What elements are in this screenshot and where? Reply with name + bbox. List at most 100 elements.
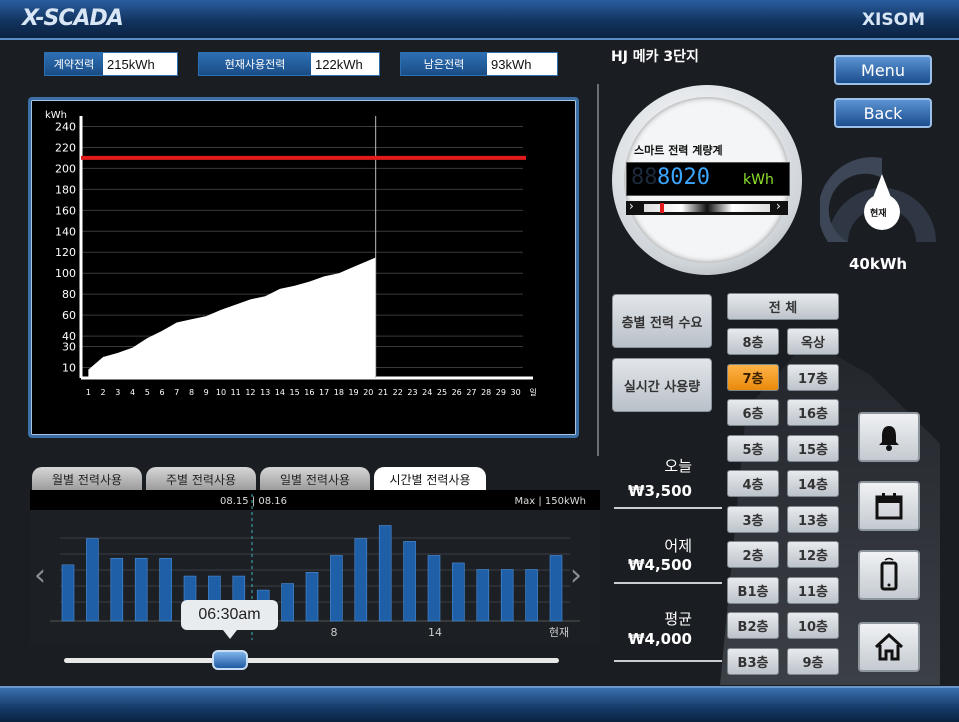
bottom-bar [0,686,959,722]
stat-label-today: 오늘 [664,457,692,475]
next-arrow-icon[interactable]: › [570,558,582,593]
back-button[interactable]: Back [834,98,932,128]
floor-all-button[interactable]: 전 체 [727,293,839,320]
floor-button[interactable]: B1층 [727,576,779,604]
y-tick-label: 10 [62,362,76,375]
floor-button[interactable]: 14층 [787,470,839,497]
x-tick-label: 30 [511,388,521,397]
x-tick-label: 17 [319,388,329,397]
floor-button[interactable]: 6층 [727,399,779,426]
floor-button[interactable]: 4층 [727,470,779,497]
hourly-bar [452,562,465,622]
divider [614,582,722,584]
floor-button[interactable]: 옥상 [787,328,839,355]
current-power-box: 현재사용전력 122kWh [198,52,380,76]
floor-button[interactable]: 15층 [787,434,839,462]
summary-value: 122kWh [315,56,363,72]
floor-button[interactable]: 3층 [727,505,779,533]
summary-label: 현재사용전력 [199,53,311,75]
hourly-bar [427,555,441,622]
y-tick-label: 180 [55,183,76,196]
x-tick-label: 21 [378,388,388,397]
hourly-bar [134,557,148,622]
mobile-button[interactable] [858,550,920,600]
x-tick-label: 현재 [549,626,569,639]
y-axis-unit: kWh [45,110,67,121]
contract-power-box: 계약전력 215kWh [44,52,178,76]
floor-button[interactable]: 13층 [787,505,839,533]
floor-button[interactable]: 16층 [787,399,839,426]
x-tick-label: 11 [231,388,241,397]
y-tick-label: 160 [55,204,76,217]
x-tick-label: 23 [407,388,417,397]
realtime-usage-button[interactable]: 실시간 사용량 [612,358,712,412]
x-tick-label: 14 [275,388,285,397]
x-tick-label: 3 [115,388,120,397]
hourly-bar [500,569,514,622]
time-tooltip: 06:30am [181,600,278,639]
smart-meter: 스마트 전력 계량계 88 8020 kWh › › [612,85,802,275]
hourly-bar [354,538,368,622]
floor-button[interactable]: 7층 [727,363,779,391]
time-slider-handle[interactable] [212,650,248,670]
floor-button[interactable]: 11층 [787,576,839,604]
hourly-bar [403,541,416,622]
x-tick-label: 5 [145,388,150,397]
summary-value: 93kWh [491,56,532,72]
remaining-power-box: 남은전력 93kWh [400,52,558,76]
tab-hourly[interactable]: 시간별 전력사용 [374,467,486,491]
home-button[interactable] [858,622,920,672]
x-tick-label: 12 [245,388,255,397]
stat-label-yesterday: 어제 [664,537,692,555]
divider [597,84,599,456]
x-tick-label: 20 [363,388,373,397]
alarm-button[interactable] [858,412,920,462]
current-gauge: 현재 [818,150,944,250]
meter-unit: kWh [743,172,774,188]
summary-label: 계약전력 [45,53,103,75]
home-icon [874,632,904,661]
prev-arrow-icon[interactable]: ‹ [34,558,46,593]
hourly-bar [378,525,392,622]
usage-area [88,257,376,378]
bell-icon [879,426,899,451]
y-tick-label: 220 [55,141,76,154]
floor-demand-button[interactable]: 층별 전력 수요 [612,294,712,348]
x-tick-label: 13 [260,388,270,397]
x-tick-label: 16 [304,388,314,397]
floor-button[interactable]: 8층 [727,328,779,355]
company-logo: XISOM [861,10,925,30]
floor-button[interactable]: B2층 [727,612,779,639]
calendar-button[interactable] [858,481,920,531]
tab-weekly[interactable]: 주별 전력사용 [146,467,256,491]
meter-reading: 8020 [657,165,710,190]
x-tick-label: 1 [86,388,91,397]
hourly-bar [549,555,563,622]
date-range-label: 08.15 | 08.16 [220,496,287,507]
time-slider-track[interactable] [64,658,559,663]
stat-label-average: 평균 [664,610,692,628]
floor-button[interactable]: 5층 [727,434,779,462]
x-tick-label: 24 [422,388,432,397]
x-tick-label: 28 [481,388,491,397]
floor-button[interactable]: 10층 [787,612,839,639]
hourly-bar [330,555,343,622]
daily-usage-chart-panel: kWh 10 30 40 60 80 100 120 140 160 180 200 220 240 1 2 3… [28,97,579,438]
meter-title: 스마트 전력 계량계 [634,144,723,157]
floor-button[interactable]: 2층 [727,541,779,568]
y-tick-label: 80 [62,288,76,301]
menu-button[interactable]: Menu [834,55,932,85]
x-tick-label: 9 [204,388,209,397]
tab-monthly[interactable]: 월별 전력사용 [32,467,142,491]
divider [614,507,722,509]
floor-button[interactable]: 12층 [787,541,839,568]
floor-button[interactable]: B3층 [727,647,779,675]
y-tick-label: 40 [62,330,76,343]
x-tick-label: 8 [189,388,194,397]
tab-daily[interactable]: 일별 전력사용 [260,467,370,491]
x-tick-label: 7 [174,388,179,397]
floor-button[interactable]: 17층 [787,363,839,391]
floor-button[interactable]: 9층 [787,647,839,675]
hourly-chart-panel: 08.15 | 08.16 Max | 150kWh 8 14 현재 ‹ › [30,490,600,645]
stat-value-yesterday: ₩4,500 [628,556,692,574]
